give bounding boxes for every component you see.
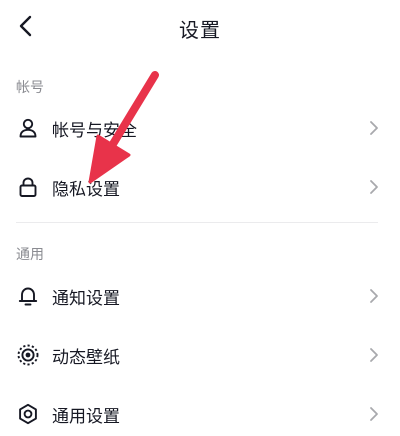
- settings-item-live-wallpaper[interactable]: 动态壁纸: [0, 327, 400, 383]
- settings-item-label: 帐号与安全: [52, 120, 137, 141]
- section-divider: [16, 222, 378, 223]
- section-label-general: 通用: [16, 247, 44, 263]
- settings-item-privacy[interactable]: 隐私设置: [0, 159, 400, 215]
- settings-item-account-security[interactable]: 帐号与安全: [0, 100, 400, 156]
- chevron-right-icon: [368, 179, 380, 195]
- settings-item-label: 隐私设置: [52, 179, 120, 200]
- gear-icon: [16, 402, 40, 426]
- settings-item-label: 通用设置: [52, 406, 120, 427]
- chevron-right-icon: [368, 120, 380, 136]
- settings-item-label: 动态壁纸: [52, 347, 120, 368]
- bell-icon: [16, 284, 40, 308]
- chevron-right-icon: [368, 347, 380, 363]
- page-title: 设置: [179, 18, 221, 42]
- lock-icon: [16, 175, 40, 199]
- header: 设置: [0, 0, 400, 54]
- settings-page: 设置 帐号 帐号与安全 隐私设置 通用 通知设置 动态壁纸 通用设置: [0, 0, 400, 436]
- settings-item-notifications[interactable]: 通知设置: [0, 268, 400, 324]
- settings-item-general[interactable]: 通用设置: [0, 386, 400, 436]
- chevron-right-icon: [368, 288, 380, 304]
- section-label-account: 帐号: [16, 80, 44, 96]
- live-wallpaper-icon: [16, 343, 40, 367]
- settings-item-label: 通知设置: [52, 288, 120, 309]
- user-icon: [16, 116, 40, 140]
- chevron-right-icon: [368, 406, 380, 422]
